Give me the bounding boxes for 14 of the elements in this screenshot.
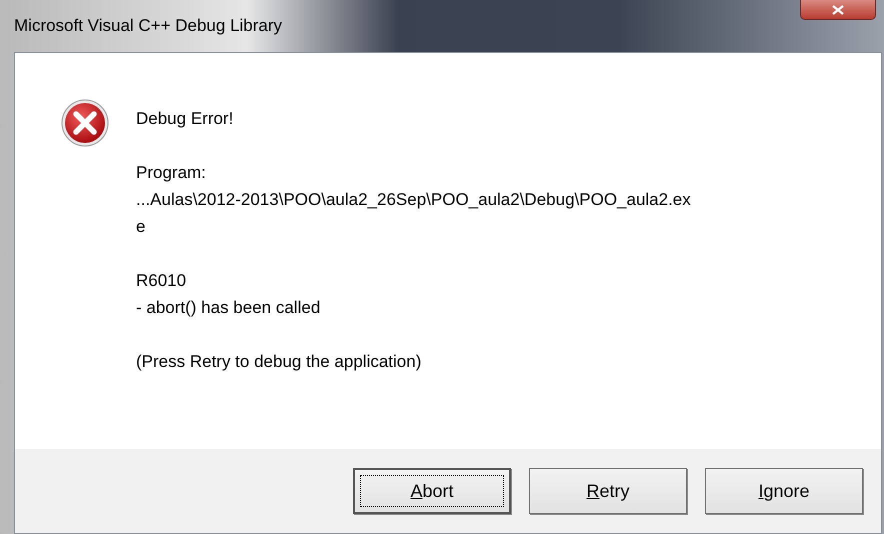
message-text: (Press Retry to debug the application) xyxy=(136,351,422,373)
dialog-button[interactable]: Ignore xyxy=(705,468,863,514)
message-text: R6010 xyxy=(136,270,188,292)
message-text: Debug Error! xyxy=(136,108,234,130)
dialog-button[interactable]: Retry xyxy=(529,468,687,514)
close-button[interactable] xyxy=(800,0,876,20)
message-text: ...Aulas\2012-2013\POO\aula2_26Sep\POO_aula2\Debug\POO_aula2.ex xyxy=(136,189,691,211)
error-icon xyxy=(61,99,109,147)
dialog-button[interactable]: Abort xyxy=(353,468,511,514)
message-text: Program: xyxy=(136,162,207,184)
window-title: Microsoft Visual C++ Debug Library xyxy=(14,16,282,36)
message-text: e xyxy=(136,216,146,238)
close-icon xyxy=(831,4,845,14)
message-text: - abort() has been called xyxy=(136,297,322,319)
